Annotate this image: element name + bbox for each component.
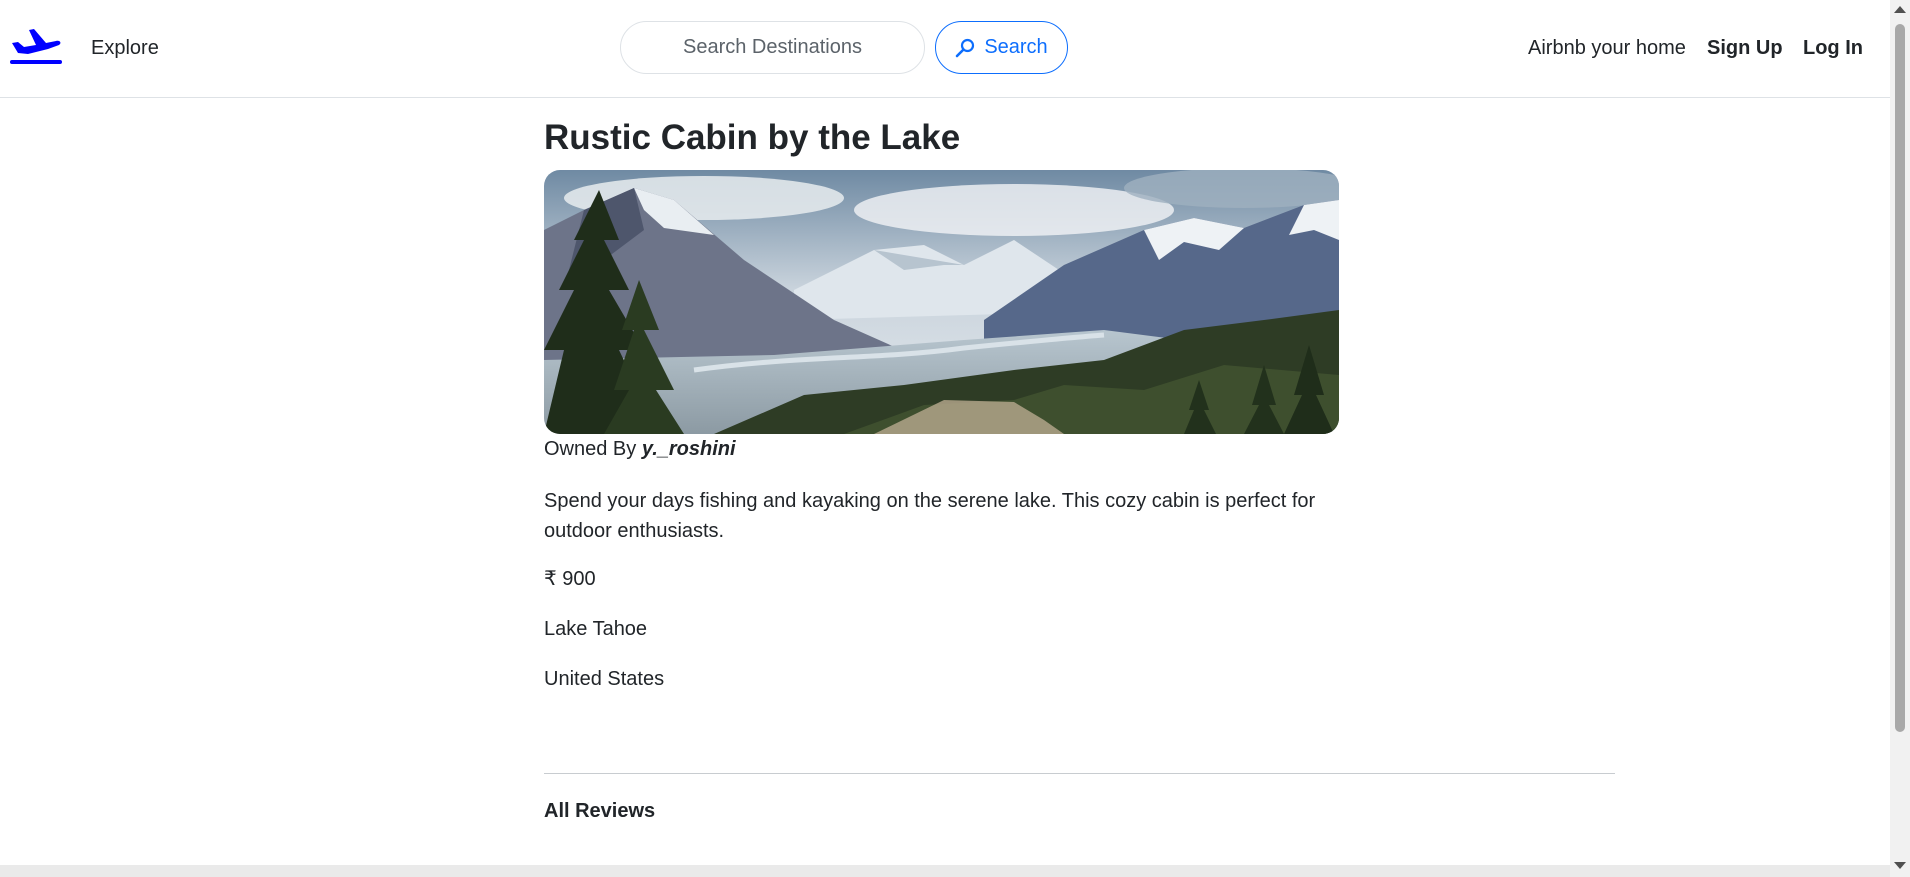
owner-prefix: Owned By [544,438,637,460]
listing-location: Lake Tahoe [544,618,648,640]
vertical-scrollbar[interactable] [1890,0,1910,877]
horizontal-scrollbar[interactable] [0,865,1890,877]
airplane-icon[interactable] [10,26,62,66]
search-input[interactable] [620,21,925,74]
sign-up-link[interactable]: Sign Up [1707,36,1783,60]
owner-name: y._roshini [641,438,736,460]
airbnb-your-home-link[interactable]: Airbnb your home [1528,36,1686,60]
listing-image [544,170,1339,434]
search-button-label: Search [984,36,1048,58]
currency-symbol: ₹ [544,568,557,590]
magnifier-icon [956,38,975,57]
nav-explore-link[interactable]: Explore [91,36,159,60]
reviews-heading: All Reviews [544,800,656,822]
listing-description: Spend your days fishing and kayaking on … [544,490,1316,542]
scroll-down-arrow-icon[interactable] [1894,862,1906,869]
scrollbar-thumb[interactable] [1895,24,1905,732]
owner-line: Owned By y._roshini [544,437,736,461]
navbar: Explore Search Airbnb your home Sign Up … [0,0,1890,98]
listing-country: United States [544,668,665,690]
price-value: 900 [562,568,596,590]
divider [544,773,1615,774]
listing-price: ₹ 900 [544,567,596,591]
log-in-link[interactable]: Log In [1803,36,1863,60]
scroll-up-arrow-icon[interactable] [1894,6,1906,13]
listing-title: Rustic Cabin by the Lake [544,118,961,157]
search-button[interactable]: Search [935,21,1068,74]
